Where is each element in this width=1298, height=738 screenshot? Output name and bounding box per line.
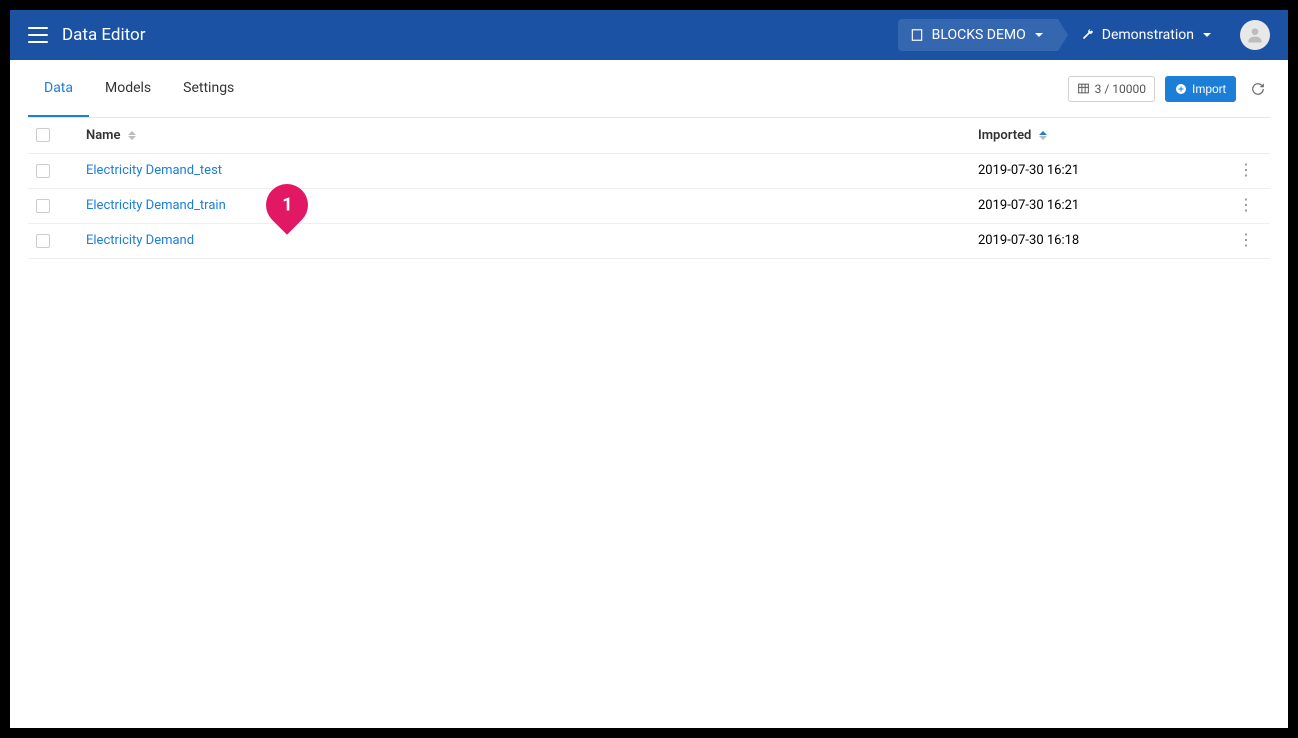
column-header-imported[interactable]: Imported (970, 118, 1230, 153)
refresh-icon (1251, 82, 1265, 96)
select-all-checkbox[interactable] (36, 128, 50, 142)
user-icon (1245, 25, 1265, 45)
building-icon (910, 28, 924, 42)
row-name-link[interactable]: Electricity Demand (86, 233, 194, 248)
wrench-icon (1080, 28, 1094, 42)
topbar: Data Editor BLOCKS DEMO Demonstration (10, 10, 1288, 60)
row-checkbox[interactable] (36, 234, 50, 248)
tab-data[interactable]: Data (28, 60, 89, 117)
chevron-down-icon (1034, 30, 1044, 40)
row-actions-menu[interactable]: ⋮ (1238, 230, 1254, 249)
sort-icon (128, 131, 136, 140)
row-count-text: 3 / 10000 (1095, 82, 1146, 96)
hamburger-icon[interactable] (28, 27, 48, 43)
row-imported: 2019-07-30 16:21 (970, 153, 1230, 188)
row-actions-menu[interactable]: ⋮ (1238, 195, 1254, 214)
tabs: DataModelsSettings (28, 60, 250, 117)
table-row: Electricity Demand_test 2019-07-30 16:21 ⋮ (28, 153, 1270, 188)
import-button[interactable]: Import (1165, 76, 1236, 102)
import-button-label: Import (1192, 82, 1226, 96)
sort-icon (1039, 131, 1047, 140)
breadcrumb-project[interactable]: Demonstration (1058, 19, 1226, 51)
row-checkbox[interactable] (36, 199, 50, 213)
row-imported: 2019-07-30 16:21 (970, 188, 1230, 223)
chevron-down-icon (1202, 30, 1212, 40)
column-header-name[interactable]: Name (78, 118, 970, 153)
tab-models[interactable]: Models (89, 60, 167, 117)
row-name-link[interactable]: Electricity Demand_test (86, 163, 222, 178)
sub-toolbar: DataModelsSettings 3 / 10000 Import (28, 60, 1270, 118)
row-imported: 2019-07-30 16:18 (970, 223, 1230, 258)
annotation-balloon-label: 1 (282, 194, 292, 215)
row-name-link[interactable]: Electricity Demand_train (86, 198, 226, 213)
table-row: Electricity Demand 2019-07-30 16:18 ⋮ (28, 223, 1270, 258)
breadcrumb: BLOCKS DEMO Demonstration (898, 19, 1226, 51)
avatar[interactable] (1240, 20, 1270, 50)
data-table: Name Imported Electricity Demand_test 201… (28, 118, 1270, 259)
app-title: Data Editor (62, 25, 146, 45)
table-row: Electricity Demand_train 1 2019-07-30 16:2… (28, 188, 1270, 223)
refresh-button[interactable] (1246, 77, 1270, 101)
breadcrumb-project-label: Demonstration (1102, 27, 1194, 43)
row-checkbox[interactable] (36, 164, 50, 178)
table-icon (1077, 82, 1090, 95)
breadcrumb-org-label: BLOCKS DEMO (932, 27, 1026, 43)
tab-settings[interactable]: Settings (167, 60, 250, 117)
row-actions-menu[interactable]: ⋮ (1238, 160, 1254, 179)
plus-circle-icon (1175, 83, 1187, 95)
row-count-badge: 3 / 10000 (1068, 76, 1155, 102)
breadcrumb-org[interactable]: BLOCKS DEMO (898, 19, 1058, 51)
